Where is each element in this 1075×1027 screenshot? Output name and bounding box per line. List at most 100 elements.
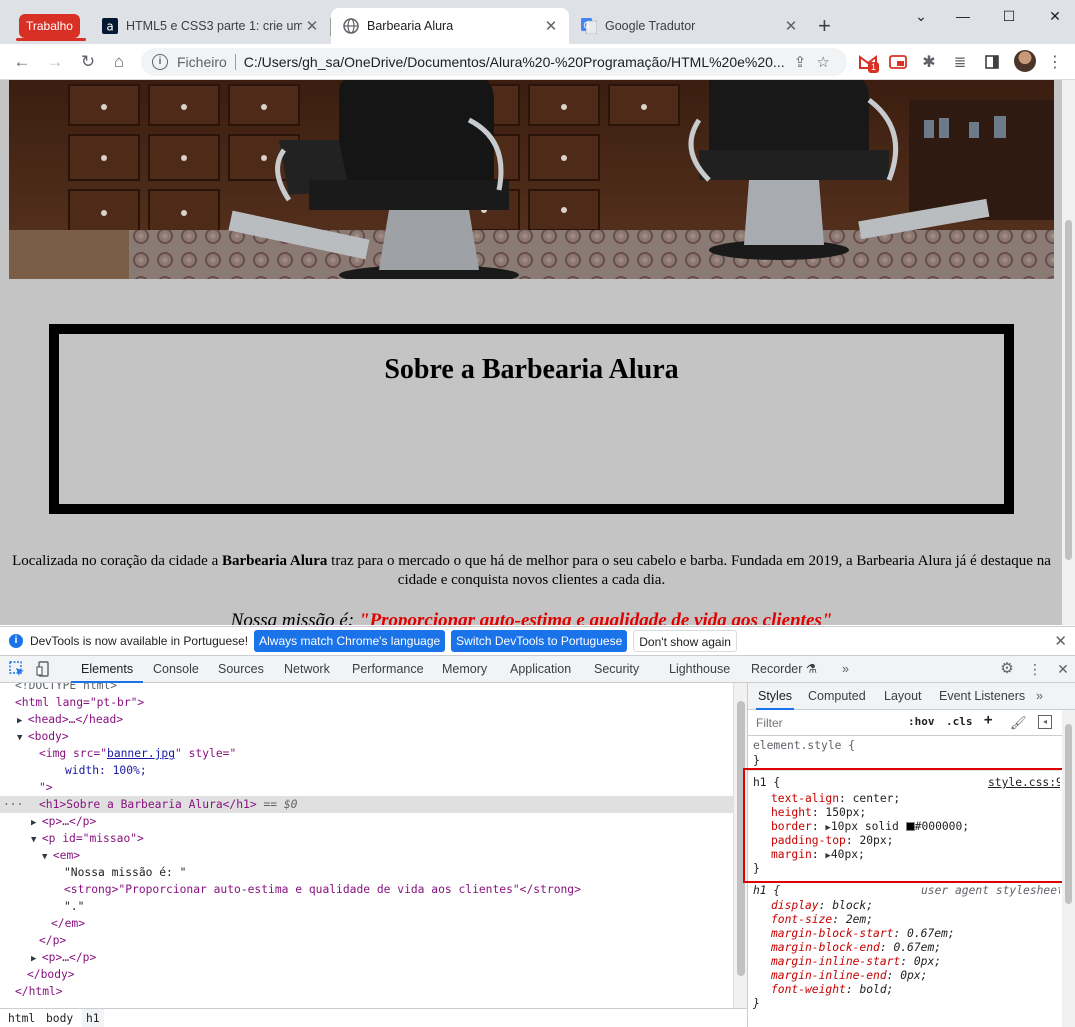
toggle-sidebar-icon[interactable]: ◂ — [1038, 715, 1052, 729]
styles-filter-input[interactable] — [752, 713, 898, 732]
tab-security[interactable]: Security — [594, 656, 639, 683]
new-tab-button[interactable]: + — [818, 14, 831, 38]
tree-row-em-text[interactable]: "Nossa missão é: " — [0, 864, 733, 881]
url-text[interactable]: C:/Users/gh_sa/OneDrive/Documentos/Alura… — [244, 54, 784, 70]
tree-row-strong[interactable]: <strong>"Proporcionar auto-estima e qual… — [0, 881, 733, 898]
switch-to-portuguese-button[interactable]: Switch DevTools to Portuguese — [451, 630, 628, 652]
page-scrollbar-thumb[interactable] — [1065, 220, 1072, 560]
globe-icon — [343, 18, 359, 34]
hover-state-toggle[interactable]: :hov — [908, 715, 935, 728]
devtools-menu-icon[interactable]: ⋮ — [1027, 661, 1043, 677]
tab-network[interactable]: Network — [284, 656, 330, 683]
tree-row-html[interactable]: <html lang="pt-br"> — [0, 694, 733, 711]
bookmark-star-icon[interactable]: ☆ — [816, 53, 829, 71]
more-menu-icon[interactable]: ⋮ — [1045, 52, 1065, 72]
styles-scrollbar[interactable] — [1062, 710, 1075, 1027]
device-toolbar-icon[interactable] — [36, 661, 52, 677]
tree-row-doctype[interactable]: <!DOCTYPE html> — [0, 683, 733, 694]
gmail-extension-icon[interactable]: 1 — [858, 52, 880, 73]
tree-row-p1[interactable]: ▶ <p>…</p> — [0, 813, 733, 830]
expand-triangle-icon[interactable]: ▶ — [17, 716, 28, 726]
gmail-badge: 1 — [868, 62, 880, 73]
class-toggle[interactable]: .cls — [946, 715, 973, 728]
breadcrumb-h1[interactable]: h1 — [82, 1009, 104, 1027]
tree-row-head[interactable]: ▶ <head>…</head> — [0, 711, 733, 728]
tab-title: HTML5 e CSS3 parte 1: crie uma p — [126, 19, 302, 33]
more-panes-chevron-icon[interactable]: » — [1036, 683, 1043, 710]
expand-triangle-icon[interactable]: ▶ — [31, 818, 42, 828]
home-icon[interactable]: ⌂ — [107, 50, 131, 74]
tab-search-chevron-icon[interactable]: ⌄ — [898, 4, 944, 28]
tab-recorder[interactable]: Recorder ⚗ — [751, 656, 817, 683]
address-bar[interactable]: i Ficheiro C:/Users/gh_sa/OneDrive/Docum… — [141, 48, 847, 76]
site-info-icon[interactable]: i — [152, 54, 168, 70]
tab-styles[interactable]: Styles — [756, 683, 795, 710]
tab-group-underline — [16, 38, 86, 41]
tab-memory[interactable]: Memory — [442, 656, 487, 683]
prop-value: block; — [832, 899, 874, 912]
side-panel-icon[interactable] — [982, 52, 1002, 72]
intro-text-end: traz para o mercado o que há de melhor p… — [327, 553, 1051, 588]
minimize-icon[interactable]: — — [940, 4, 986, 28]
maximize-icon[interactable]: ☐ — [986, 4, 1032, 28]
page-scrollbar[interactable] — [1062, 80, 1075, 625]
tree-row-p-missao[interactable]: ▼ <p id="missao"> — [0, 830, 733, 847]
settings-gear-icon[interactable]: ⚙ — [999, 661, 1015, 677]
element-style-selector[interactable]: element.style { — [753, 739, 855, 753]
close-window-icon[interactable]: ✕ — [1032, 4, 1075, 28]
breadcrumb-html[interactable]: html — [4, 1009, 39, 1027]
close-infobar-icon[interactable]: ✕ — [1054, 632, 1067, 650]
tab-event-listeners[interactable]: Event Listeners — [939, 683, 1025, 710]
omnibox-divider — [234, 54, 236, 70]
tree-row-img[interactable]: <img src="banner.jpg" style=" — [0, 745, 733, 762]
prop-name: margin-inline-start — [771, 955, 901, 968]
media-queue-icon[interactable]: ≣ — [950, 52, 970, 72]
share-icon[interactable]: ⇪ — [794, 53, 807, 71]
close-tab-icon[interactable]: ✕ — [781, 17, 801, 35]
close-tab-icon[interactable]: ✕ — [541, 17, 561, 35]
ua-rule-source: user agent stylesheet — [921, 884, 1060, 898]
more-tabs-chevron-icon[interactable]: » — [842, 656, 849, 683]
new-style-rule-button[interactable]: + — [984, 712, 992, 728]
tree-row-dot-text[interactable]: "." — [0, 898, 733, 915]
row-actions-ellipsis-icon[interactable]: ··· — [3, 796, 23, 813]
expand-triangle-icon[interactable]: ▶ — [31, 954, 42, 964]
collapse-triangle-icon[interactable]: ▼ — [31, 835, 42, 845]
tree-row-p2[interactable]: ▶ <p>…</p> — [0, 949, 733, 966]
tree-row-h1-selected[interactable]: ··· <h1>Sobre a Barbearia Alura</h1> == $… — [0, 796, 733, 813]
tab-elements[interactable]: Elements — [71, 656, 144, 683]
tab-performance[interactable]: Performance — [352, 656, 424, 683]
tab-barbearia-alura[interactable]: Barbearia Alura ✕ — [331, 8, 569, 44]
paint-bucket-icon[interactable]: 🖌 — [1010, 715, 1027, 731]
styles-scrollbar-thumb[interactable] — [1065, 724, 1072, 904]
prop-name: margin-inline-end — [771, 969, 887, 982]
collapse-triangle-icon[interactable]: ▼ — [42, 852, 53, 862]
tab-google-translate[interactable]: G Google Tradutor ✕ — [569, 8, 809, 44]
tab-layout[interactable]: Layout — [884, 683, 922, 710]
tab-alura-course[interactable]: a HTML5 e CSS3 parte 1: crie uma p ✕ — [90, 8, 330, 44]
extensions-puzzle-icon[interactable]: ✱ — [919, 52, 939, 72]
tab-sources[interactable]: Sources — [218, 656, 264, 683]
tree-row-em[interactable]: ▼ <em> — [0, 847, 733, 864]
back-arrow-icon[interactable]: ← — [10, 50, 34, 74]
profile-avatar[interactable] — [1014, 50, 1036, 72]
tab-group-chip[interactable]: Trabalho — [19, 14, 80, 38]
tree-row-body[interactable]: ▼ <body> — [0, 728, 733, 745]
cast-extension-icon[interactable] — [888, 52, 908, 72]
forward-arrow-icon[interactable]: → — [43, 50, 67, 74]
img-src-link[interactable]: banner.jpg — [107, 747, 175, 760]
always-match-language-button[interactable]: Always match Chrome's language — [254, 630, 446, 652]
tab-application[interactable]: Application — [510, 656, 571, 683]
close-devtools-icon[interactable]: ✕ — [1055, 661, 1071, 677]
tab-lighthouse[interactable]: Lighthouse — [669, 656, 730, 683]
body-open-tag: <body> — [27, 730, 69, 743]
ua-decl: margin-inline-end: 0px; — [771, 969, 928, 982]
tab-console[interactable]: Console — [153, 656, 199, 683]
reload-icon[interactable]: ↻ — [76, 50, 100, 74]
close-tab-icon[interactable]: ✕ — [302, 17, 322, 35]
breadcrumb-body[interactable]: body — [42, 1009, 77, 1027]
inspect-element-icon[interactable] — [9, 661, 25, 677]
collapse-triangle-icon[interactable]: ▼ — [17, 733, 28, 743]
dont-show-again-button[interactable]: Don't show again — [633, 630, 737, 652]
tab-computed[interactable]: Computed — [808, 683, 866, 710]
